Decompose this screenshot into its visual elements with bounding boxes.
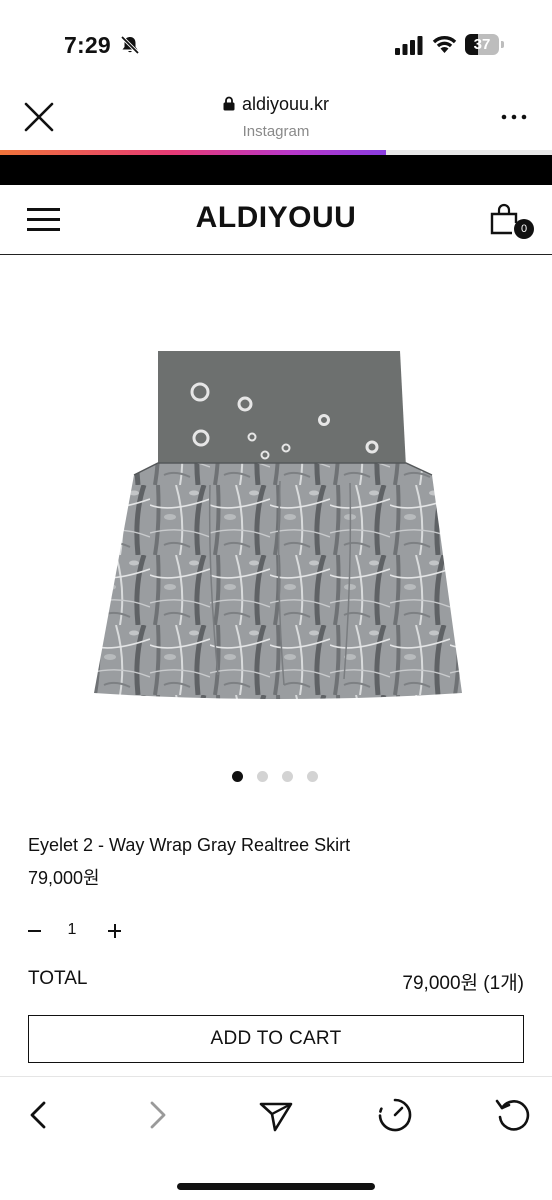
url-display[interactable]: aldiyouu.kr	[0, 94, 552, 115]
cart-button[interactable]: 0	[488, 201, 536, 241]
more-options-icon[interactable]	[498, 112, 530, 122]
battery-percent: 37	[473, 36, 491, 53]
brand-logo[interactable]: ALDIYOUU	[0, 201, 552, 235]
forward-arrow-icon[interactable]	[138, 1095, 178, 1135]
top-banner	[0, 155, 552, 185]
cellular-signal-icon	[395, 36, 423, 55]
status-time: 7:29	[64, 32, 111, 58]
carousel-dot[interactable]	[257, 771, 268, 782]
browser-bottom-toolbar	[0, 1076, 552, 1200]
lock-icon	[223, 96, 235, 111]
carousel-dot[interactable]	[282, 771, 293, 782]
history-clock-icon[interactable]	[375, 1095, 415, 1135]
total-value: 79,000원 (1개)	[402, 973, 524, 994]
share-send-icon[interactable]	[256, 1095, 296, 1135]
add-to-cart-button[interactable]: ADD TO CART	[28, 1015, 524, 1063]
bell-muted-icon	[120, 36, 140, 54]
carousel-dot[interactable]	[232, 771, 243, 782]
url-text: aldiyouu.kr	[241, 94, 330, 114]
quantity-increase-button[interactable]	[107, 918, 123, 944]
cart-count-badge: 0	[514, 219, 534, 239]
quantity-value[interactable]: 1	[64, 921, 80, 939]
image-carousel-dots	[232, 771, 322, 783]
product-price: 79,000원	[28, 868, 100, 888]
reload-icon[interactable]	[493, 1095, 533, 1135]
carousel-dot[interactable]	[307, 771, 318, 782]
back-arrow-icon[interactable]	[18, 1095, 58, 1135]
store-header: ALDIYOUU 0	[0, 185, 552, 255]
total-label: TOTAL	[28, 968, 88, 989]
source-label: Instagram	[242, 123, 310, 140]
home-indicator	[177, 1183, 375, 1190]
battery-icon: 37	[465, 34, 505, 56]
in-app-browser-header: aldiyouu.kr Instagram	[0, 84, 552, 150]
product-image[interactable]	[90, 345, 466, 717]
wifi-icon	[432, 35, 457, 53]
product-name: Eyelet 2 - Way Wrap Gray Realtree Skirt	[28, 835, 351, 855]
quantity-stepper: 1	[28, 918, 148, 944]
status-bar: 7:29 37	[0, 0, 552, 84]
quantity-decrease-button[interactable]	[28, 918, 44, 944]
